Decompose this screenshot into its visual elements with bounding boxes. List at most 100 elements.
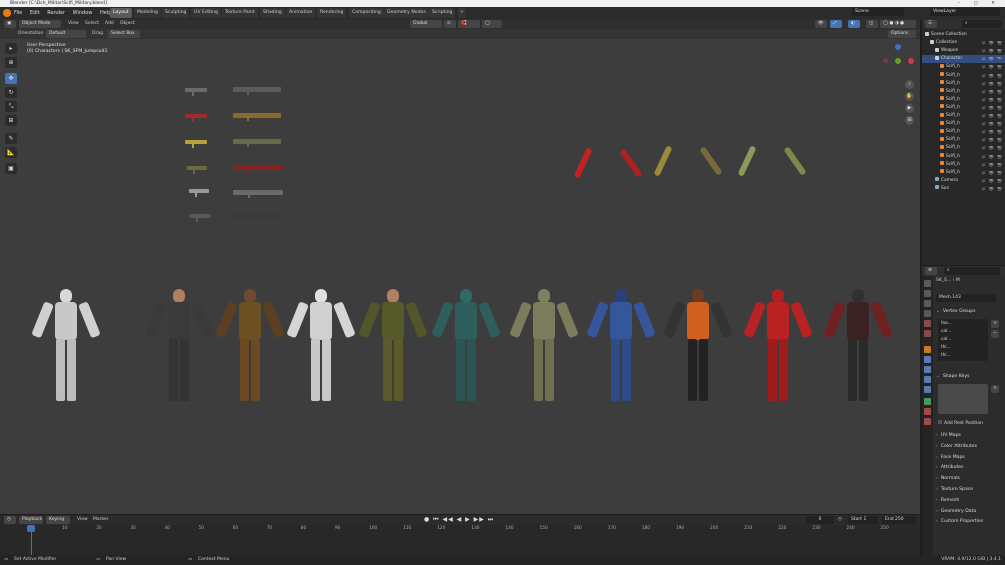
proportional-edit-icon[interactable]: ◯ xyxy=(482,20,502,28)
marker-menu[interactable]: Marker xyxy=(93,515,109,525)
tab-scripting[interactable]: Scripting xyxy=(429,8,456,18)
weapon-model[interactable] xyxy=(233,165,283,173)
visibility-toggle-icon[interactable]: ☑ 👁 📷 xyxy=(982,136,1003,144)
properties-section[interactable]: Color Attributes xyxy=(936,442,1004,452)
outliner-row[interactable]: Collection ☑ 👁 📷 xyxy=(922,39,1005,47)
outliner-row[interactable]: Scifi_h ☑ 👁 📷 xyxy=(922,128,1005,136)
measure-tool-icon[interactable]: 📐 xyxy=(5,147,17,158)
view-layer-tab-icon[interactable] xyxy=(924,310,931,317)
output-tab-icon[interactable] xyxy=(924,300,931,307)
list-item[interactable]: foo... xyxy=(938,320,988,328)
scale-tool-icon[interactable]: ⤡ xyxy=(5,101,17,112)
transform-orientation-select[interactable]: Global xyxy=(410,20,442,28)
weapon-model[interactable] xyxy=(185,88,207,96)
transform-tool-icon[interactable]: ⊞ xyxy=(5,115,17,126)
tab-uv-editing[interactable]: UV Editing xyxy=(191,8,221,18)
select-box-tool-icon[interactable]: ⊕ xyxy=(5,57,17,68)
grid-icon[interactable]: ⊞ xyxy=(905,116,914,125)
editor-type-icon[interactable]: ▣ xyxy=(4,20,16,28)
outliner-row[interactable]: Sun ☑ 👁 📷 xyxy=(922,185,1005,193)
add-rest-position-checkbox[interactable]: Add Rest Position xyxy=(938,420,983,426)
outliner-row[interactable]: Camera ☑ 👁 📷 xyxy=(922,177,1005,185)
menu-edit[interactable]: Edit xyxy=(30,7,40,19)
blender-logo-icon[interactable] xyxy=(3,9,11,17)
tab-texture-paint[interactable]: Texture Paint xyxy=(222,8,258,18)
shape-keys-list[interactable] xyxy=(938,384,988,414)
physics-tab-icon[interactable] xyxy=(924,376,931,383)
timeline-ruler[interactable]: 0102030405060708090100110120130140150160… xyxy=(0,525,920,555)
remove-vertex-group-icon[interactable]: − xyxy=(991,330,999,338)
drag-select[interactable]: Select Box xyxy=(108,30,140,38)
menu-add[interactable]: Add xyxy=(105,19,114,29)
visibility-toggle-icon[interactable]: ☑ 👁 📷 xyxy=(982,47,1003,55)
tab-rendering[interactable]: Rendering xyxy=(317,8,347,18)
weapon-model[interactable] xyxy=(233,214,283,222)
character-model[interactable] xyxy=(823,289,893,407)
visibility-toggle-icon[interactable]: ☑ 👁 📷 xyxy=(982,96,1003,104)
properties-editor-icon[interactable]: ⚙ xyxy=(925,267,937,275)
annotate-tool-icon[interactable]: ✎ xyxy=(5,133,17,144)
character-model[interactable] xyxy=(358,289,428,407)
visibility-toggle-icon[interactable]: ☑ 👁 📷 xyxy=(982,177,1003,185)
pan-icon[interactable]: ✋ xyxy=(905,92,914,101)
add-workspace-button[interactable]: + xyxy=(458,8,466,18)
pivot-icon[interactable]: ⊙ xyxy=(444,20,456,28)
visibility-toggle-icon[interactable]: ☑ 👁 📷 xyxy=(982,112,1003,120)
overlays-icon[interactable]: ◐ xyxy=(848,20,860,28)
world-tab-icon[interactable] xyxy=(924,330,931,337)
add-cube-tool-icon[interactable]: ▣ xyxy=(5,163,17,174)
visibility-toggle-icon[interactable]: ☑ 👁 📷 xyxy=(982,55,1003,63)
visibility-toggle-icon[interactable]: ☑ 👁 📷 xyxy=(982,169,1003,177)
gizmo-icon[interactable]: ⤢ xyxy=(830,20,842,28)
character-model[interactable] xyxy=(31,289,101,407)
constraints-tab-icon[interactable] xyxy=(924,386,931,393)
properties-section[interactable]: Attributes xyxy=(936,463,1004,473)
modifier-tab-icon[interactable] xyxy=(924,356,931,363)
tab-compositing[interactable]: Compositing xyxy=(349,8,384,18)
arm-model[interactable] xyxy=(737,145,757,177)
outliner-row[interactable]: Scifi_h ☑ 👁 📷 xyxy=(922,169,1005,177)
camera-icon[interactable]: ▶ xyxy=(905,104,914,113)
tab-animation[interactable]: Animation xyxy=(286,8,316,18)
character-model[interactable] xyxy=(743,289,813,407)
viewlayer-selector[interactable]: ViewLayer xyxy=(930,8,1000,16)
character-model[interactable] xyxy=(431,289,501,407)
visibility-icon[interactable]: 👁 xyxy=(815,20,827,28)
weapon-model[interactable] xyxy=(233,87,281,95)
tab-sculpting[interactable]: Sculpting xyxy=(162,8,190,18)
render-tab-icon[interactable] xyxy=(924,290,931,297)
outliner-row[interactable]: Scifi_h ☑ 👁 📷 xyxy=(922,120,1005,128)
weapon-model[interactable] xyxy=(233,139,281,147)
weapon-model[interactable] xyxy=(185,140,207,148)
timeline-editor-icon[interactable]: ◷ xyxy=(4,516,16,524)
tab-shading[interactable]: Shading xyxy=(260,8,285,18)
visibility-toggle-icon[interactable]: ☑ 👁 📷 xyxy=(982,144,1003,152)
visibility-toggle-icon[interactable]: ☑ 👁 📷 xyxy=(982,120,1003,128)
add-shape-key-icon[interactable]: + xyxy=(991,385,999,393)
outliner[interactable]: Scene Collection Collection ☑ 👁 📷 Weapon ☑ 👁… xyxy=(922,29,1005,265)
list-item[interactable]: cal... xyxy=(938,328,988,336)
end-frame-field[interactable]: End 250 xyxy=(882,516,916,524)
outliner-row[interactable]: Scifi_h ☑ 👁 📷 xyxy=(922,136,1005,144)
properties-section[interactable]: Geometry Data xyxy=(936,507,1004,517)
checkbox-icon[interactable] xyxy=(938,420,942,424)
weapon-model[interactable] xyxy=(233,113,281,121)
x-axis-icon[interactable] xyxy=(908,58,914,64)
tab-layout[interactable]: Layout xyxy=(110,8,132,18)
rotate-tool-icon[interactable]: ↻ xyxy=(5,87,17,98)
options-button[interactable]: Options xyxy=(888,30,916,38)
shading-mode-icons[interactable]: ◯ ● ◑ ● xyxy=(880,20,916,28)
add-vertex-group-icon[interactable]: + xyxy=(991,320,999,328)
vertex-groups-section[interactable]: Vertex Groups xyxy=(936,307,1004,317)
mesh-data-tab-icon[interactable] xyxy=(924,398,931,405)
object-tab-icon[interactable] xyxy=(924,346,931,353)
particles-tab-icon[interactable] xyxy=(924,366,931,373)
character-model[interactable] xyxy=(663,289,733,407)
list-item[interactable]: thi... xyxy=(938,344,988,352)
snap-icon[interactable]: 🧲 xyxy=(458,20,480,28)
outliner-row[interactable]: Scifi_h ☑ 👁 📷 xyxy=(922,88,1005,96)
move-tool-icon[interactable]: ✥ xyxy=(5,73,17,84)
y-axis-icon[interactable] xyxy=(895,58,901,64)
zoom-icon[interactable]: ⌕ xyxy=(905,80,914,89)
tool-tab-icon[interactable] xyxy=(924,280,931,287)
